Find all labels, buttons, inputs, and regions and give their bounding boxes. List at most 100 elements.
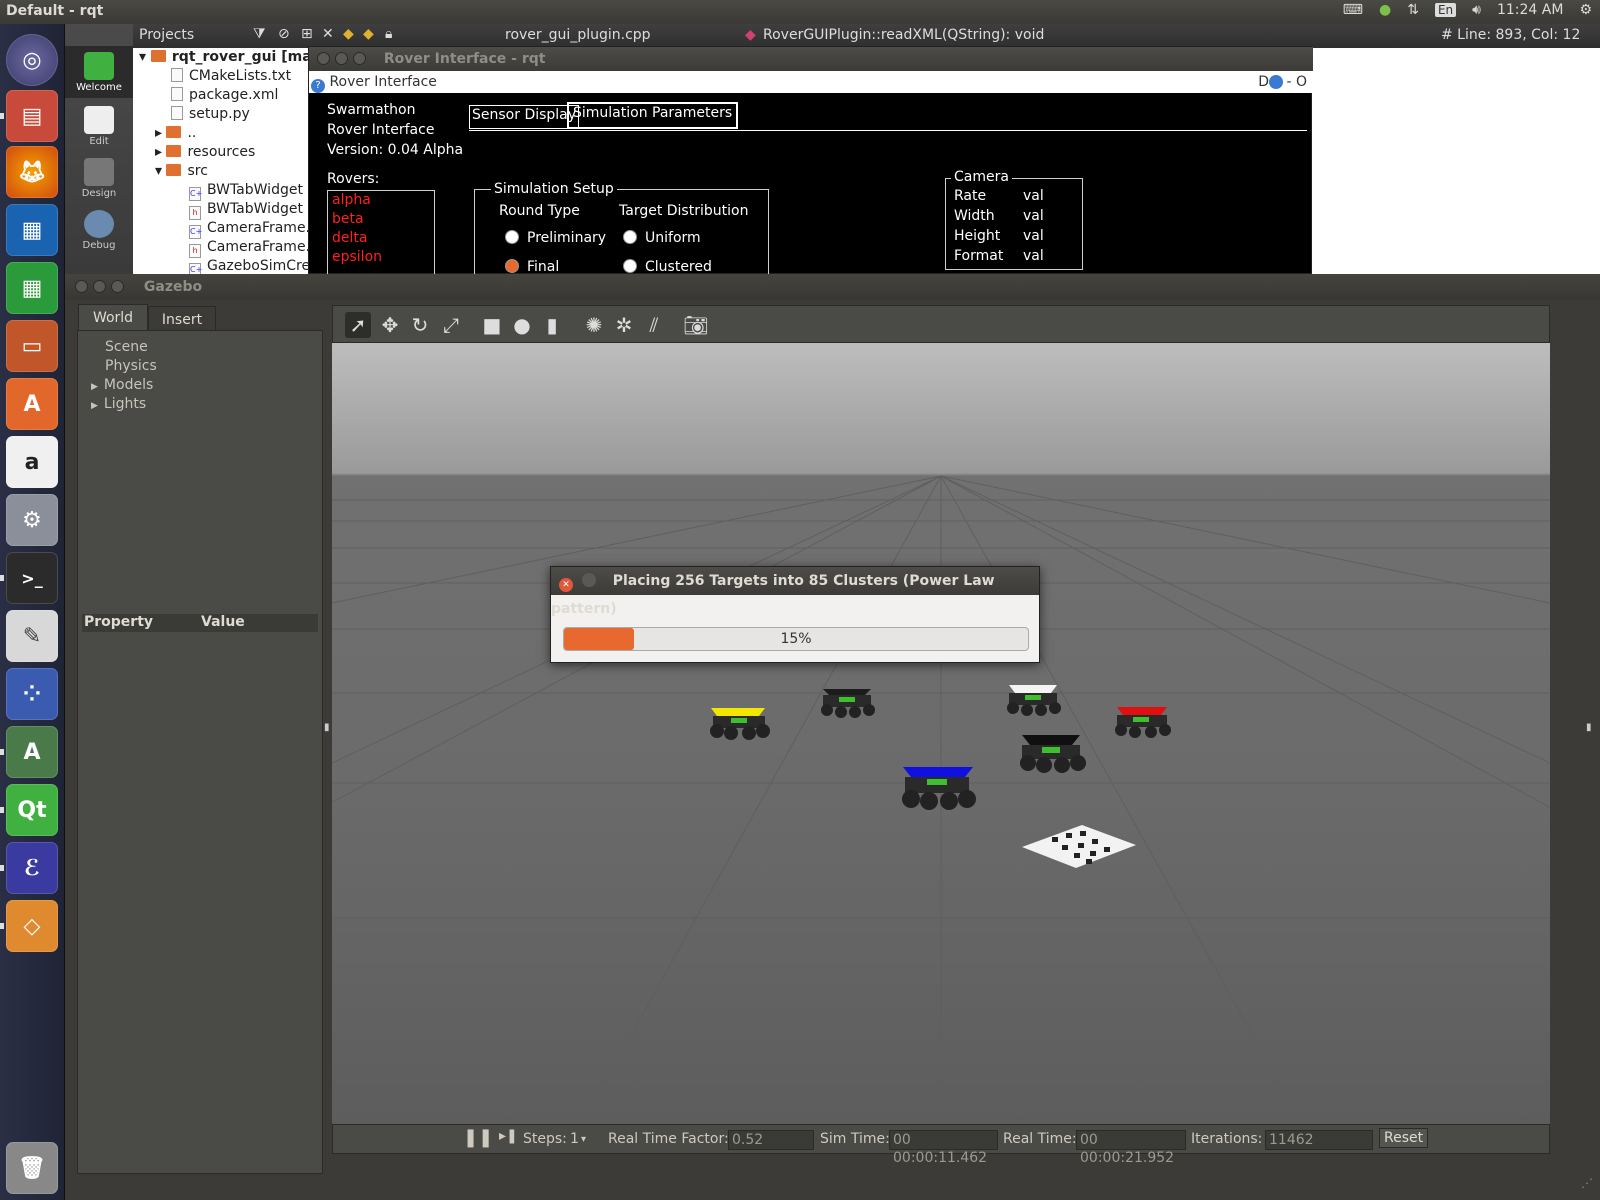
- emacs-icon[interactable]: ℰ: [6, 842, 58, 894]
- steps-spinbox[interactable]: 1: [570, 1131, 579, 1147]
- tree-item[interactable]: ▾ rqt_rover_gui [mat: [139, 48, 318, 67]
- close-icon[interactable]: ✕: [322, 26, 334, 42]
- maximize-button[interactable]: [353, 52, 366, 65]
- point-light-icon[interactable]: ✺: [581, 312, 607, 338]
- dock-button[interactable]: D: [1258, 71, 1269, 93]
- mode-edit[interactable]: Edit: [65, 100, 133, 152]
- help-icon[interactable]: [1269, 75, 1283, 89]
- rover-black-2[interactable]: [1016, 725, 1088, 777]
- preliminary-radio[interactable]: Preliminary: [505, 230, 606, 246]
- clock[interactable]: 11:24 AM: [1497, 2, 1563, 18]
- list-item[interactable]: alpha: [332, 192, 371, 208]
- rover-white[interactable]: [1003, 679, 1063, 721]
- firefox-icon[interactable]: 🦊︎: [6, 146, 58, 198]
- network-icon[interactable]: ⇅: [1407, 2, 1419, 18]
- select-arrow-icon[interactable]: ➚: [345, 312, 371, 338]
- files-icon[interactable]: ▤: [6, 90, 58, 142]
- final-radio[interactable]: Final: [505, 259, 559, 273]
- spot-light-icon[interactable]: ✲: [611, 312, 637, 338]
- file-tab[interactable]: rover_gui_plugin.cpp: [505, 27, 651, 43]
- tree-item-lights[interactable]: ▶ Lights: [91, 396, 146, 412]
- tree-item-models[interactable]: ▶ Models: [91, 377, 153, 393]
- mode-welcome[interactable]: Welcome: [65, 46, 133, 98]
- qt-creator-icon[interactable]: Qt: [6, 784, 58, 836]
- cylinder-icon[interactable]: ▮: [539, 312, 565, 338]
- scale-icon[interactable]: ⤢: [438, 312, 464, 338]
- rover-blue[interactable]: [897, 755, 979, 815]
- keyboard-layout-indicator[interactable]: En: [1434, 3, 1457, 17]
- tree-item[interactable]: h BWTabWidget: [189, 200, 303, 220]
- rover-yellow[interactable]: [707, 698, 773, 744]
- volume-icon[interactable]: 🔊︎: [1472, 2, 1481, 18]
- trash-icon[interactable]: 🗑︎: [6, 1142, 58, 1194]
- back-icon[interactable]: ◆: [343, 26, 354, 42]
- projects-selector[interactable]: Projects: [139, 27, 194, 43]
- plugin-window-controls[interactable]: - O: [1286, 71, 1307, 93]
- gazebo-icon[interactable]: ◇: [6, 900, 58, 952]
- tab-simulation-parameters[interactable]: Simulation Parameters: [567, 102, 739, 129]
- tree-item[interactable]: ▾ src: [155, 162, 208, 181]
- tree-item[interactable]: ▸ ..: [155, 124, 196, 143]
- terminal-icon[interactable]: >_: [6, 552, 58, 604]
- list-item[interactable]: delta: [332, 230, 367, 246]
- tab-sensor-display[interactable]: Sensor Display: [469, 105, 580, 129]
- software-center-icon[interactable]: A: [6, 378, 58, 430]
- tab-world[interactable]: World: [78, 304, 148, 330]
- clustered-radio[interactable]: Clustered: [623, 259, 712, 273]
- collapse-right-handle[interactable]: ▮: [1586, 722, 1592, 733]
- sphere-icon[interactable]: ●: [509, 312, 535, 338]
- link-icon[interactable]: ⊘: [278, 26, 290, 42]
- tree-item[interactable]: package.xml: [171, 86, 278, 105]
- help-icon[interactable]: ?: [311, 79, 325, 93]
- minimize-button[interactable]: [93, 280, 106, 293]
- directional-light-icon[interactable]: ⫽: [641, 312, 667, 338]
- tree-item[interactable]: setup.py: [171, 105, 250, 124]
- software-updater-icon[interactable]: A: [6, 726, 58, 778]
- tree-item[interactable]: C+ GazeboSimCre: [189, 257, 310, 274]
- minimize-button[interactable]: [581, 573, 596, 587]
- function-selector[interactable]: RoverGUIPlugin::readXML(QString): void: [745, 27, 1044, 43]
- 3d-scene-viewport[interactable]: [332, 343, 1550, 1124]
- mode-design[interactable]: Design: [65, 152, 133, 204]
- tree-item-scene[interactable]: Scene: [105, 339, 148, 355]
- reset-button[interactable]: Reset: [1379, 1128, 1429, 1148]
- keyboard-icon[interactable]: ⌨: [1343, 2, 1363, 18]
- tree-item[interactable]: h CameraFrame.: [189, 238, 310, 258]
- tree-item[interactable]: ▸ resources: [155, 143, 255, 162]
- update-notifier-icon[interactable]: ●: [1379, 2, 1391, 18]
- rover-red[interactable]: [1111, 699, 1173, 743]
- pause-icon[interactable]: ❚❚: [463, 1127, 493, 1148]
- close-button[interactable]: ✕: [559, 578, 573, 592]
- calc-icon[interactable]: ▦: [6, 262, 58, 314]
- amazon-icon[interactable]: a: [6, 436, 58, 488]
- step-icon[interactable]: ▸❚: [499, 1128, 518, 1144]
- gear-icon[interactable]: ⚙: [1579, 2, 1592, 18]
- translate-icon[interactable]: ✥: [377, 312, 403, 338]
- impress-icon[interactable]: ▭: [6, 320, 58, 372]
- resize-grip-icon[interactable]: ⋰: [1581, 1176, 1593, 1190]
- rotate-icon[interactable]: ↻: [407, 312, 433, 338]
- close-button[interactable]: [75, 280, 88, 293]
- list-item[interactable]: beta: [332, 211, 364, 227]
- screenshot-icon[interactable]: 📷︎: [683, 312, 709, 338]
- system-settings-icon[interactable]: ⚙: [6, 494, 58, 546]
- minimize-button[interactable]: [335, 52, 348, 65]
- maximize-button[interactable]: [111, 280, 124, 293]
- collapse-left-handle[interactable]: ▮: [324, 722, 330, 733]
- tree-item[interactable]: C+ CameraFrame.: [189, 219, 310, 239]
- rover-list[interactable]: alpha beta delta epsilon: [327, 190, 435, 280]
- chevron-down-icon[interactable]: ▾: [581, 1134, 586, 1145]
- tree-item-physics[interactable]: Physics: [105, 358, 157, 374]
- writer-icon[interactable]: ▦: [6, 204, 58, 256]
- ubuntu-dash-icon[interactable]: ◎: [6, 34, 58, 86]
- home-base-marker[interactable]: [1022, 823, 1137, 873]
- forward-icon[interactable]: ◆: [363, 26, 374, 42]
- text-editor-icon[interactable]: ✎: [6, 610, 58, 662]
- filter-icon[interactable]: ⧩: [253, 26, 266, 42]
- list-item[interactable]: epsilon: [332, 249, 382, 265]
- tree-item[interactable]: C+ BWTabWidget: [189, 181, 303, 201]
- box-icon[interactable]: ■: [479, 312, 505, 338]
- tab-insert[interactable]: Insert: [148, 306, 216, 332]
- split-icon[interactable]: ⊞: [301, 26, 313, 42]
- close-button[interactable]: [317, 52, 330, 65]
